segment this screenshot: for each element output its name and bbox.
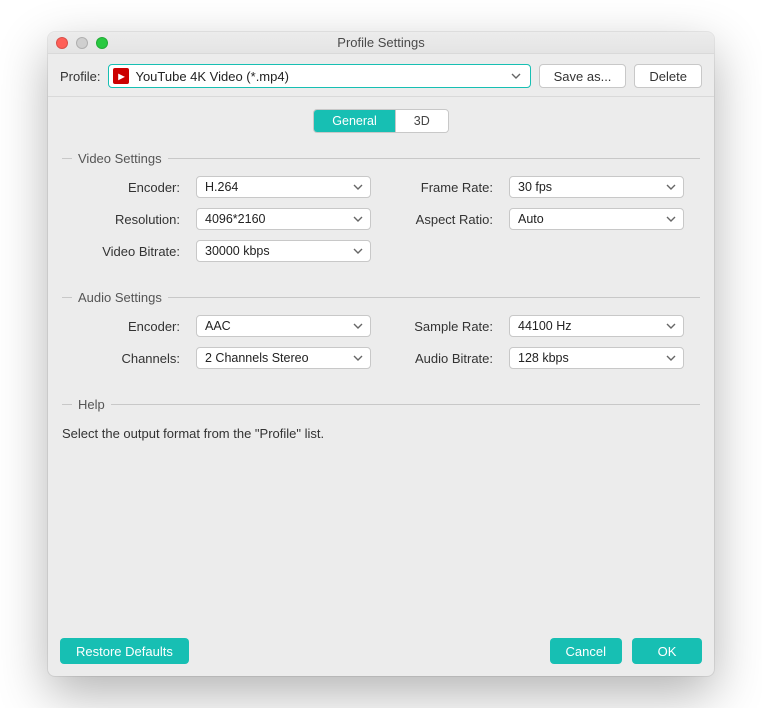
samplerate-value: 44100 Hz: [518, 319, 663, 333]
chevron-down-icon: [663, 211, 679, 227]
video-bitrate-select[interactable]: 30000 kbps: [196, 240, 371, 262]
chevron-down-icon: [350, 243, 366, 259]
framerate-select[interactable]: 30 fps: [509, 176, 684, 198]
video-encoder-select[interactable]: H.264: [196, 176, 371, 198]
channels-value: 2 Channels Stereo: [205, 351, 350, 365]
resolution-select[interactable]: 4096*2160: [196, 208, 371, 230]
audio-encoder-select[interactable]: AAC: [196, 315, 371, 337]
audio-bitrate-label: Audio Bitrate:: [385, 351, 495, 366]
chevron-down-icon: [350, 211, 366, 227]
video-bitrate-value: 30000 kbps: [205, 244, 350, 258]
audio-settings-heading: Audio Settings: [78, 290, 162, 305]
profile-label: Profile:: [60, 69, 100, 84]
tab-switcher: General 3D: [62, 109, 700, 133]
video-settings-heading: Video Settings: [78, 151, 162, 166]
restore-defaults-button[interactable]: Restore Defaults: [60, 638, 189, 664]
delete-button[interactable]: Delete: [634, 64, 702, 88]
chevron-down-icon: [663, 350, 679, 366]
aspect-ratio-select[interactable]: Auto: [509, 208, 684, 230]
tab-general[interactable]: General: [314, 110, 394, 132]
audio-bitrate-value: 128 kbps: [518, 351, 663, 365]
youtube-icon: ▶: [113, 68, 129, 84]
profile-settings-window: Profile Settings Profile: ▶ YouTube 4K V…: [48, 32, 714, 676]
window-title: Profile Settings: [48, 35, 714, 50]
samplerate-select[interactable]: 44100 Hz: [509, 315, 684, 337]
chevron-down-icon: [350, 318, 366, 334]
audio-encoder-label: Encoder:: [62, 319, 182, 334]
profile-select[interactable]: ▶ YouTube 4K Video (*.mp4): [108, 64, 530, 88]
profile-value: YouTube 4K Video (*.mp4): [135, 69, 501, 84]
aspect-ratio-value: Auto: [518, 212, 663, 226]
video-encoder-label: Encoder:: [62, 180, 182, 195]
window-controls: [56, 37, 108, 49]
chevron-down-icon: [663, 179, 679, 195]
chevron-down-icon: [350, 350, 366, 366]
titlebar: Profile Settings: [48, 32, 714, 54]
resolution-label: Resolution:: [62, 212, 182, 227]
framerate-label: Frame Rate:: [385, 180, 495, 195]
video-encoder-value: H.264: [205, 180, 350, 194]
channels-select[interactable]: 2 Channels Stereo: [196, 347, 371, 369]
minimize-window-button[interactable]: [76, 37, 88, 49]
audio-settings-group: Audio Settings Encoder: AAC Sample Rate:…: [62, 290, 700, 369]
chevron-down-icon: [350, 179, 366, 195]
help-text: Select the output format from the "Profi…: [62, 422, 700, 441]
content-area: General 3D Video Settings Encoder: H.264…: [48, 97, 714, 628]
zoom-window-button[interactable]: [96, 37, 108, 49]
help-group: Help Select the output format from the "…: [62, 397, 700, 441]
video-bitrate-label: Video Bitrate:: [62, 244, 182, 259]
resolution-value: 4096*2160: [205, 212, 350, 226]
framerate-value: 30 fps: [518, 180, 663, 194]
tab-3d[interactable]: 3D: [395, 110, 448, 132]
aspect-ratio-label: Aspect Ratio:: [385, 212, 495, 227]
audio-encoder-value: AAC: [205, 319, 350, 333]
samplerate-label: Sample Rate:: [385, 319, 495, 334]
channels-label: Channels:: [62, 351, 182, 366]
chevron-down-icon: [508, 68, 524, 84]
ok-button[interactable]: OK: [632, 638, 702, 664]
help-heading: Help: [78, 397, 105, 412]
chevron-down-icon: [663, 318, 679, 334]
footer: Restore Defaults Cancel OK: [48, 628, 714, 676]
audio-bitrate-select[interactable]: 128 kbps: [509, 347, 684, 369]
close-window-button[interactable]: [56, 37, 68, 49]
profile-toolbar: Profile: ▶ YouTube 4K Video (*.mp4) Save…: [48, 54, 714, 97]
video-settings-group: Video Settings Encoder: H.264 Frame Rate…: [62, 151, 700, 262]
save-as-button[interactable]: Save as...: [539, 64, 627, 88]
cancel-button[interactable]: Cancel: [550, 638, 622, 664]
